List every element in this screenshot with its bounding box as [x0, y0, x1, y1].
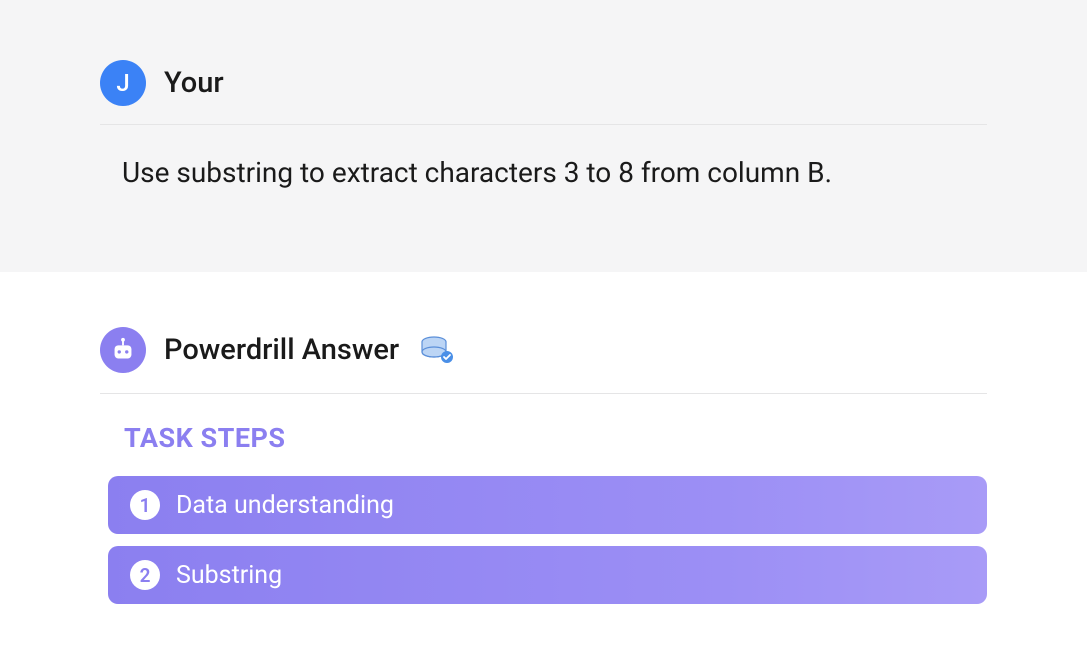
step-label: Data understanding: [176, 491, 394, 520]
step-label: Substring: [176, 561, 282, 590]
answer-section: Powerdrill Answer TASK STEPS 1 Data unde…: [0, 272, 1087, 624]
step-item-substring[interactable]: 2 Substring: [108, 546, 987, 604]
divider: [100, 124, 987, 125]
answer-header: Powerdrill Answer: [100, 327, 987, 373]
user-message: Use substring to extract characters 3 to…: [100, 153, 987, 192]
step-item-data-understanding[interactable]: 1 Data understanding: [108, 476, 987, 534]
user-header: J Your: [100, 60, 987, 106]
step-number: 1: [130, 490, 160, 520]
robot-icon: [108, 335, 138, 365]
step-number: 2: [130, 560, 160, 590]
avatar-letter: J: [116, 69, 129, 97]
database-icon: [419, 335, 457, 365]
divider: [100, 393, 987, 394]
answer-title: Powerdrill Answer: [164, 333, 399, 367]
user-avatar: J: [100, 60, 146, 106]
user-section: J Your Use substring to extract characte…: [0, 0, 1087, 272]
bot-avatar: [100, 327, 146, 373]
user-name: Your: [164, 66, 224, 100]
steps-list: 1 Data understanding 2 Substring: [100, 476, 987, 604]
task-steps-header: TASK STEPS: [124, 422, 987, 454]
